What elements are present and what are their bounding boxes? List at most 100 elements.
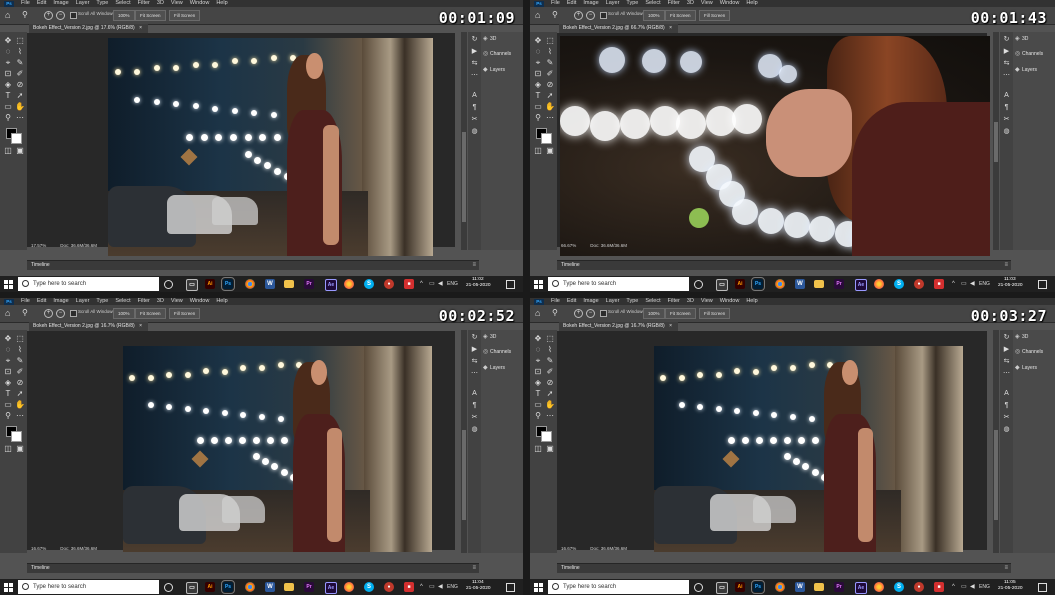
- zoom-out-icon[interactable]: −: [586, 11, 595, 20]
- menu-select[interactable]: Select: [115, 0, 130, 7]
- character-icon[interactable]: A: [1002, 91, 1011, 100]
- zoom-100-button[interactable]: 100%: [643, 308, 665, 319]
- photoshop-taskbar-icon[interactable]: Ps: [221, 580, 235, 594]
- zoom-tool-icon[interactable]: ⚲: [22, 11, 28, 19]
- scrollbar-thumb[interactable]: [994, 430, 998, 520]
- document-tab[interactable]: Bokeh Effect_Version 2.jpg @ 17.6% (RGB/…: [29, 24, 149, 33]
- panel-3d[interactable]: ◈ 3D: [483, 35, 496, 44]
- notifications-icon[interactable]: [1038, 280, 1047, 289]
- taskbar-search[interactable]: Type here to search: [548, 277, 689, 291]
- clone-tool-icon[interactable]: ◈: [533, 378, 543, 387]
- zoom-100-button[interactable]: 100%: [113, 308, 135, 319]
- path-select-tool-icon[interactable]: ➚: [545, 389, 555, 398]
- vertical-scrollbar[interactable]: [993, 330, 999, 553]
- panel-3d[interactable]: ◈ 3D: [1015, 333, 1028, 342]
- menu-image[interactable]: Image: [583, 0, 598, 7]
- file-explorer-icon[interactable]: [814, 583, 824, 591]
- cortana-icon[interactable]: [164, 280, 173, 289]
- document-image[interactable]: [108, 38, 433, 256]
- menu-layer[interactable]: Layer: [606, 298, 620, 305]
- panel-layers[interactable]: ◆ Layers: [483, 66, 505, 75]
- menu-window[interactable]: Window: [190, 0, 210, 7]
- app-icon[interactable]: ●: [914, 279, 924, 289]
- volume-icon[interactable]: ◀: [438, 279, 443, 289]
- chrome-icon[interactable]: [775, 279, 785, 289]
- rectangle-tool-icon[interactable]: ▭: [3, 400, 13, 409]
- type-tool-icon[interactable]: T: [533, 389, 543, 398]
- fill-screen-button[interactable]: Fill Screen: [699, 308, 731, 319]
- fit-screen-button[interactable]: Fit Screen: [665, 308, 696, 319]
- document-tab[interactable]: Bokeh Effect_Version 2.jpg @ 16.7% (RGB/…: [559, 322, 679, 331]
- actions-icon[interactable]: ▶: [1002, 47, 1011, 56]
- adjustments-icon[interactable]: ⇆: [470, 357, 479, 366]
- zoom-level[interactable]: 16.67%: [31, 545, 46, 553]
- zoom-tool-icon[interactable]: ⚲: [533, 411, 543, 420]
- styles-icon[interactable]: ◍: [1002, 425, 1011, 434]
- fit-screen-button[interactable]: Fit Screen: [135, 10, 166, 21]
- panel-menu-icon[interactable]: ≡: [472, 564, 476, 573]
- word-icon[interactable]: W: [265, 279, 275, 289]
- path-select-tool-icon[interactable]: ➚: [15, 389, 25, 398]
- windows-start-icon[interactable]: [534, 583, 543, 592]
- app-red-icon[interactable]: ■: [404, 582, 414, 592]
- screen-mode-icon[interactable]: ▣: [545, 146, 555, 155]
- after-effects-icon[interactable]: Ae: [325, 279, 337, 291]
- fill-screen-button[interactable]: Fill Screen: [169, 10, 201, 21]
- zoom-in-icon[interactable]: +: [44, 309, 53, 318]
- scroll-all-checkbox[interactable]: [70, 310, 77, 317]
- crop-tool-icon[interactable]: ⌖: [3, 58, 13, 67]
- properties-icon[interactable]: ⋯: [470, 71, 479, 80]
- menu-help[interactable]: Help: [746, 298, 757, 305]
- after-effects-icon[interactable]: Ae: [855, 582, 867, 594]
- zoom-in-icon[interactable]: +: [44, 11, 53, 20]
- zoom-tool-icon[interactable]: ⚲: [552, 11, 558, 19]
- eraser-tool-icon[interactable]: ⊘: [545, 378, 555, 387]
- panel-3d[interactable]: ◈ 3D: [1015, 35, 1028, 44]
- panel-channels[interactable]: ◎ Channels: [1015, 348, 1043, 357]
- lasso-tool-icon[interactable]: ◌: [3, 47, 13, 56]
- taskbar-date[interactable]: 21-05-2020: [466, 283, 491, 289]
- adjustments-icon[interactable]: ⇆: [1002, 59, 1011, 68]
- canvas-area[interactable]: [557, 331, 987, 552]
- properties-icon[interactable]: ⋯: [1002, 71, 1011, 80]
- zoom-in-icon[interactable]: +: [574, 309, 583, 318]
- task-view-icon[interactable]: ▭: [716, 279, 728, 291]
- firefox-icon[interactable]: [344, 279, 354, 289]
- vertical-scrollbar[interactable]: [461, 330, 467, 553]
- menu-view[interactable]: View: [171, 298, 183, 305]
- file-explorer-icon[interactable]: [284, 583, 294, 591]
- menu-edit[interactable]: Edit: [567, 0, 576, 7]
- skype-icon[interactable]: S: [364, 279, 374, 289]
- scroll-all-checkbox[interactable]: [70, 12, 77, 19]
- menu-image[interactable]: Image: [53, 298, 68, 305]
- firefox-icon[interactable]: [874, 279, 884, 289]
- path-select-tool-icon[interactable]: ➚: [545, 91, 555, 100]
- menu-select[interactable]: Select: [645, 298, 660, 305]
- skype-icon[interactable]: S: [894, 582, 904, 592]
- illustrator-icon[interactable]: Ai: [205, 582, 215, 592]
- app-icon[interactable]: ●: [384, 582, 394, 592]
- move-tool-icon[interactable]: ✥: [533, 36, 543, 45]
- eraser-tool-icon[interactable]: ⊘: [15, 80, 25, 89]
- tray-chevron-icon[interactable]: ^: [952, 279, 955, 289]
- language-indicator[interactable]: ENG: [979, 582, 990, 592]
- panel-layers[interactable]: ◆ Layers: [1015, 66, 1037, 75]
- zoom-level[interactable]: 66.67%: [561, 242, 576, 250]
- panel-channels[interactable]: ◎ Channels: [1015, 50, 1043, 59]
- eraser-tool-icon[interactable]: ⊘: [15, 378, 25, 387]
- notifications-icon[interactable]: [1038, 583, 1047, 592]
- task-view-icon[interactable]: ▭: [186, 279, 198, 291]
- paragraph-icon[interactable]: ¶: [470, 103, 479, 112]
- home-icon[interactable]: ⌂: [535, 11, 544, 20]
- styles-icon[interactable]: ◍: [1002, 127, 1011, 136]
- move-tool-icon[interactable]: ✥: [533, 334, 543, 343]
- close-tab-icon[interactable]: ×: [139, 323, 142, 329]
- zoom-tool-icon[interactable]: ⚲: [3, 113, 13, 122]
- menu-select[interactable]: Select: [645, 0, 660, 7]
- document-image[interactable]: [654, 346, 963, 552]
- screen-mode-icon[interactable]: ▣: [15, 146, 25, 155]
- menu-layer[interactable]: Layer: [76, 0, 90, 7]
- history-icon[interactable]: ↻: [470, 35, 479, 44]
- language-indicator[interactable]: ENG: [979, 279, 990, 289]
- after-effects-icon[interactable]: Ae: [325, 582, 337, 594]
